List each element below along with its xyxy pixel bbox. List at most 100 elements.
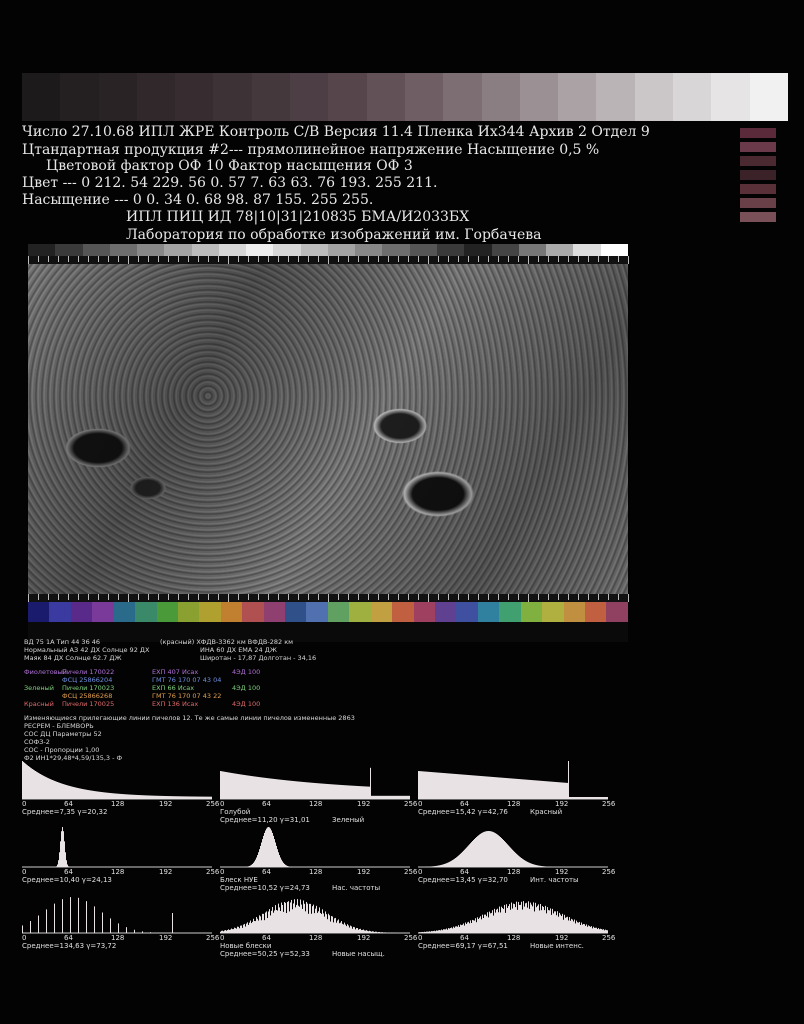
ruler-tick <box>298 256 299 262</box>
histogram-bar <box>141 795 142 799</box>
histogram-bar <box>262 777 263 799</box>
histogram-bar <box>319 783 320 799</box>
histogram-bar <box>198 796 199 799</box>
histogram-bar <box>81 788 82 799</box>
ruler-tick <box>48 256 49 262</box>
histogram-bar <box>91 790 92 799</box>
histogram-bar <box>103 792 104 799</box>
histogram-bar <box>388 795 389 799</box>
histogram-bar <box>247 775 248 799</box>
histogram-bar <box>586 797 587 799</box>
histogram-bar <box>508 906 509 933</box>
ruler-tick <box>478 256 479 262</box>
histogram-bar <box>524 779 525 799</box>
histogram-bar <box>530 902 531 933</box>
histogram-bar <box>438 865 439 867</box>
histogram-bar <box>58 860 59 867</box>
histogram-bar <box>576 920 577 933</box>
histogram-bar <box>408 795 409 799</box>
channel-name: Фиолетовый <box>24 668 67 676</box>
ruler-tick <box>268 256 269 262</box>
histogram-bar <box>125 794 126 799</box>
histogram-bar <box>451 860 452 867</box>
histogram-bar <box>538 904 539 933</box>
histogram-bar <box>197 796 198 799</box>
histogram-bar <box>458 925 459 933</box>
histogram-bar <box>109 792 110 799</box>
histogram-name: Красный <box>530 808 563 816</box>
histogram-bar <box>468 845 469 867</box>
histogram-bar <box>514 851 515 867</box>
histogram-bar <box>344 785 345 799</box>
histogram-bar <box>453 773 454 799</box>
histogram-bar <box>335 784 336 799</box>
histogram-bar <box>382 932 383 933</box>
histogram-bar <box>583 797 584 799</box>
histogram-bar <box>248 775 249 799</box>
ruler-tick <box>148 594 149 600</box>
histogram-bar <box>238 926 239 933</box>
histogram-tick: 256 <box>404 934 418 942</box>
histogram-bar <box>251 776 252 799</box>
ruler-tick <box>508 256 509 262</box>
histogram-bar <box>561 782 562 799</box>
histogram-bar <box>473 839 474 867</box>
histogram-bar <box>383 795 384 799</box>
header-line-3: Цветовой фактор ОФ 10 Фактор насыщения О… <box>46 158 413 174</box>
histogram-bar <box>542 780 543 799</box>
histogram-bar <box>473 920 474 933</box>
histogram-bar <box>476 775 477 799</box>
channel-table: ФиолетовыйПичели 170022 ЕХП 407 Исах 4ЭД 1… <box>24 668 260 708</box>
gray-strip-cell <box>600 244 628 256</box>
ruler-tick <box>478 594 479 600</box>
histogram-bar <box>242 774 243 799</box>
histogram-bar <box>433 931 434 933</box>
histogram-bar <box>297 781 298 799</box>
histogram-bar <box>88 790 89 799</box>
histogram-bar <box>104 792 105 799</box>
ruler-tick <box>218 594 219 600</box>
histogram-bar <box>328 784 329 799</box>
histogram-subtitle: Новые блески <box>220 942 272 950</box>
histogram-bar <box>460 774 461 799</box>
histogram-bar <box>329 915 330 933</box>
histogram-bar <box>541 910 542 933</box>
histogram-bar <box>500 837 501 867</box>
histogram-bar <box>566 782 567 799</box>
histogram-bar <box>54 780 55 799</box>
histogram-stats: Среднее=50,25 γ=52,33 <box>220 950 310 958</box>
histogram-bar <box>137 794 138 799</box>
histogram-bar <box>80 788 81 799</box>
histogram-bar <box>510 847 511 867</box>
histogram-bar <box>575 797 576 799</box>
histogram-bar <box>525 860 526 867</box>
histogram-bar <box>43 775 44 799</box>
ruler-tick <box>618 256 619 262</box>
histogram-bar <box>536 780 537 799</box>
histogram-tick: 192 <box>357 800 371 808</box>
histogram-bar <box>428 771 429 799</box>
histogram-bar <box>237 773 238 799</box>
histogram-bar <box>370 767 371 799</box>
histogram-bar <box>456 926 457 933</box>
histogram-bar <box>476 837 477 867</box>
histogram-bar <box>535 780 536 799</box>
histogram-bar <box>504 841 505 867</box>
histogram-bar <box>294 899 295 933</box>
gray-step <box>634 73 674 121</box>
ruler-tick <box>48 594 49 600</box>
histogram-bar <box>203 796 204 799</box>
histogram-bar <box>434 772 435 799</box>
ruler-tick <box>318 594 319 600</box>
histogram-tick: 128 <box>309 868 323 876</box>
histogram-bar <box>567 916 568 933</box>
histogram-bar <box>133 794 134 799</box>
histogram-bar <box>127 794 128 799</box>
histogram-bar <box>310 782 311 799</box>
histogram-bar <box>446 773 447 799</box>
histogram-bar <box>310 903 311 933</box>
histogram-bar <box>585 925 586 933</box>
histogram-bar <box>286 913 287 933</box>
histogram-bar <box>551 914 552 933</box>
ruler-tick <box>218 256 219 262</box>
